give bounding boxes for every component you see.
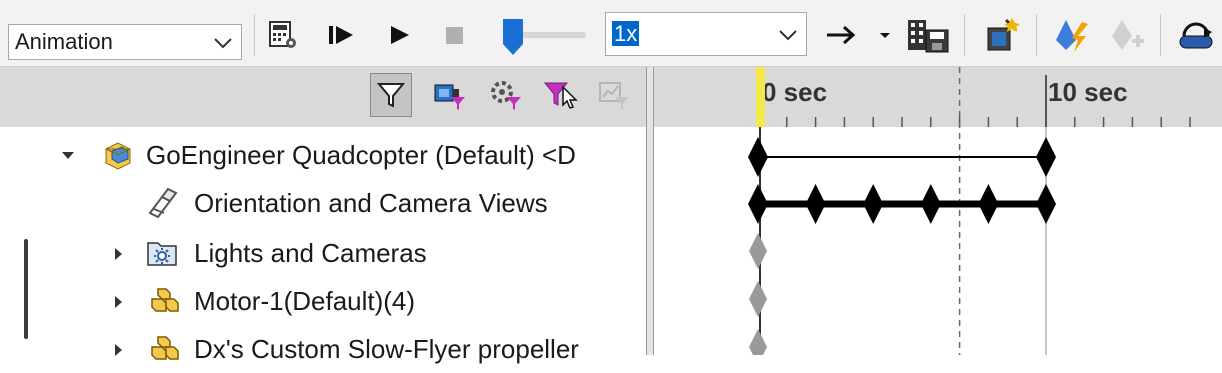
collapsed-arrow-icon[interactable] [110,246,126,262]
camera-views-icon [148,187,178,219]
keyframe-motor [749,281,767,317]
keyframe-propeller [749,329,767,355]
keyframe-orientation [748,184,768,224]
assembly-icon [105,142,131,170]
toolbar-separator [1036,14,1037,56]
filter-button[interactable] [370,73,412,117]
playback-speed-value: 1x [612,21,640,46]
study-type-value: Animation [15,29,113,54]
chevron-down-icon [214,38,232,49]
timeline-pane: 0 sec 10 sec [654,67,1222,355]
motion-study-toolbar: Animation 1x [0,0,1222,67]
filter-results-button[interactable] [538,73,580,117]
tree-row-assembly[interactable]: GoEngineer Quadcopter (Default) <D [0,131,646,179]
tree-row-orientation-camera-views[interactable]: Orientation and Camera Views [0,179,646,227]
chevron-down-icon [779,30,797,41]
subassembly-icon [151,288,179,312]
tree-scroll-indicator[interactable] [24,239,28,339]
playback-mode-arrow-icon[interactable] [824,20,860,50]
collapsed-arrow-icon[interactable] [110,294,126,310]
filter-driving-icon [434,84,465,110]
expand-arrow-icon[interactable] [60,148,76,164]
toolbar-separator [964,14,965,56]
lights-folder-icon [147,242,177,266]
animation-wizard-icon[interactable] [982,16,1022,54]
tree-row-label: Dx's Custom Slow-Flyer propeller [194,334,579,364]
save-animation-icon[interactable] [906,18,950,54]
toolbar-separator [254,14,255,56]
playback-speed-slider-track[interactable] [518,32,586,38]
time-bar-marker [756,67,765,127]
filter-selected-icon [491,81,521,110]
filter-icon [376,83,406,108]
tree-row-label: Motor-1(Default)(4) [194,286,416,316]
tree-row-lights-cameras[interactable]: Lights and Cameras [0,229,646,277]
filter-driving-button[interactable] [428,73,470,117]
keyframe-orientation [920,184,941,224]
timeline-graph[interactable] [654,67,1222,355]
play-from-start-icon[interactable] [326,20,356,50]
keyframe-orientation [978,184,999,224]
stop-icon[interactable] [440,20,470,50]
filter-results-plots-button [592,73,634,117]
tree-row-motor[interactable]: Motor-1(Default)(4) [0,277,646,325]
playback-speed-select[interactable]: 1x [605,12,807,56]
keyframe-orientation [863,184,884,224]
tree-row-label: Orientation and Camera Views [194,188,548,218]
playback-speed-slider-icon[interactable] [502,18,524,56]
filter-selected-button[interactable] [484,73,526,117]
motion-manager-tree-pane: GoEngineer Quadcopter (Default) <D Orien… [0,67,646,364]
tree-row-label: GoEngineer Quadcopter (Default) <D [146,140,576,170]
filter-bar [0,67,646,127]
filter-results-icon [543,82,578,109]
add-update-key-icon[interactable] [1108,16,1148,54]
keyframe-orientation [1036,184,1056,224]
pane-splitter[interactable] [646,67,654,355]
keyframe-assembly [748,137,768,177]
toolbar-separator [1160,14,1161,56]
subassembly-icon [151,336,179,360]
tree-row-label: Lights and Cameras [194,238,427,268]
keyframe-orientation [805,184,826,224]
autokey-icon[interactable] [1052,16,1092,54]
calculate-icon[interactable] [268,20,298,50]
motor-icon[interactable] [1176,18,1216,54]
filter-results-plots-icon [599,82,629,110]
playback-mode-dropdown-icon[interactable] [878,20,892,50]
keyframe-lights [749,233,767,269]
tree-row-propeller[interactable]: Dx's Custom Slow-Flyer propeller [0,325,646,373]
play-icon[interactable] [384,20,414,50]
study-type-select[interactable]: Animation [8,24,242,60]
keyframe-assembly [1036,137,1056,177]
collapsed-arrow-icon[interactable] [110,342,126,358]
